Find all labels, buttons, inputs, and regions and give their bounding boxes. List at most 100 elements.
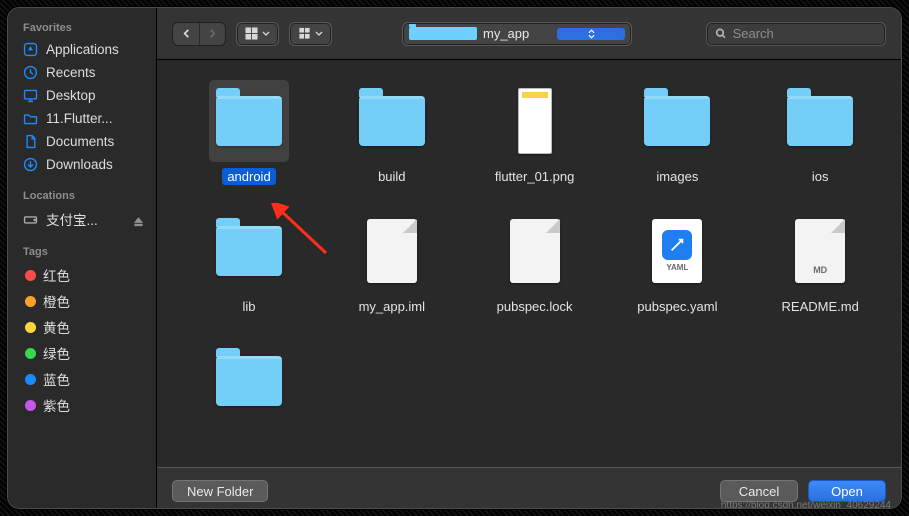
sidebar-item-label: 蓝色 bbox=[43, 369, 70, 389]
sidebar-item-label: 黄色 bbox=[43, 317, 70, 337]
sidebar-item-flutter[interactable]: 11.Flutter... bbox=[17, 107, 149, 130]
sidebar-tag-yellow[interactable]: 黄色 bbox=[17, 314, 149, 340]
file-name: images bbox=[651, 168, 703, 185]
folder-icon bbox=[780, 80, 860, 162]
new-folder-button[interactable]: New Folder bbox=[172, 480, 268, 502]
file-item[interactable]: android bbox=[179, 80, 319, 210]
popup-arrows-icon bbox=[557, 28, 625, 40]
icon-view-button[interactable] bbox=[237, 23, 278, 45]
desktop-icon bbox=[22, 87, 39, 104]
open-button[interactable]: Open bbox=[808, 480, 886, 502]
folder-icon bbox=[22, 110, 39, 127]
sidebar-tag-green[interactable]: 绿色 bbox=[17, 340, 149, 366]
drive-icon bbox=[22, 211, 39, 228]
sidebar-item-documents[interactable]: Documents bbox=[17, 130, 149, 153]
file-name: README.md bbox=[777, 298, 864, 315]
file-item[interactable]: MD README.md bbox=[750, 210, 890, 340]
file-item[interactable]: flutter_01.png bbox=[465, 80, 605, 210]
sidebar-item-label: Recents bbox=[46, 65, 96, 80]
toolbar: my_app bbox=[157, 8, 901, 60]
nav-group bbox=[172, 22, 226, 46]
file-name: pubspec.yaml bbox=[632, 298, 722, 315]
file-item[interactable]: images bbox=[607, 80, 747, 210]
folder-icon bbox=[409, 27, 477, 40]
sidebar-item-recents[interactable]: Recents bbox=[17, 61, 149, 84]
applications-icon bbox=[22, 41, 39, 58]
clock-icon bbox=[22, 64, 39, 81]
main-content: my_app android build flutter_01.png images i… bbox=[157, 8, 901, 509]
sidebar-item-label: 紫色 bbox=[43, 395, 70, 415]
chevron-down-icon bbox=[262, 25, 270, 43]
sidebar-item-applications[interactable]: Applications bbox=[17, 38, 149, 61]
sidebar-item-label: Desktop bbox=[46, 88, 96, 103]
file-icon: YAML bbox=[637, 210, 717, 292]
sidebar-item-label: 绿色 bbox=[43, 343, 70, 363]
file-icon bbox=[495, 80, 575, 162]
folder-icon bbox=[209, 210, 289, 292]
file-item[interactable]: ios bbox=[750, 80, 890, 210]
download-icon bbox=[22, 156, 39, 173]
search-field[interactable] bbox=[706, 22, 886, 46]
tag-dot-icon bbox=[25, 322, 36, 333]
file-item[interactable]: lib bbox=[179, 210, 319, 340]
tag-dot-icon bbox=[25, 270, 36, 281]
search-input[interactable] bbox=[733, 26, 877, 41]
path-popup[interactable]: my_app bbox=[402, 22, 632, 46]
sidebar-item-label: 橙色 bbox=[43, 291, 70, 311]
file-item[interactable]: my_app.iml bbox=[322, 210, 462, 340]
file-name: android bbox=[222, 168, 275, 185]
tags-header: Tags bbox=[23, 246, 149, 258]
sidebar-tag-purple[interactable]: 紫色 bbox=[17, 392, 149, 418]
footer: New Folder Cancel Open https://blog.csdn… bbox=[157, 467, 901, 509]
sidebar-item-label: 支付宝... bbox=[46, 209, 98, 229]
sidebar-item-desktop[interactable]: Desktop bbox=[17, 84, 149, 107]
sidebar-item-volume[interactable]: 支付宝... bbox=[17, 206, 149, 232]
sidebar-item-label: Downloads bbox=[46, 157, 113, 172]
file-name: pubspec.lock bbox=[492, 298, 578, 315]
file-icon bbox=[495, 210, 575, 292]
back-button[interactable] bbox=[173, 23, 199, 45]
search-icon bbox=[715, 27, 727, 40]
watermark: https://blog.csdn.net/weixin_40629244 bbox=[721, 500, 891, 509]
file-name: my_app.iml bbox=[354, 298, 430, 315]
file-icon: MD bbox=[780, 210, 860, 292]
tag-dot-icon bbox=[25, 296, 36, 307]
sidebar-item-label: 红色 bbox=[43, 265, 70, 285]
sidebar-item-downloads[interactable]: Downloads bbox=[17, 153, 149, 176]
tag-dot-icon bbox=[25, 374, 36, 385]
file-name: build bbox=[373, 168, 410, 185]
tag-dot-icon bbox=[25, 400, 36, 411]
sidebar-item-label: 11.Flutter... bbox=[46, 111, 113, 126]
eject-icon[interactable] bbox=[133, 214, 144, 225]
path-label: my_app bbox=[483, 26, 551, 41]
file-item[interactable]: YAML pubspec.yaml bbox=[607, 210, 747, 340]
group-by[interactable] bbox=[289, 22, 332, 46]
sidebar-tag-orange[interactable]: 橙色 bbox=[17, 288, 149, 314]
file-grid[interactable]: android build flutter_01.png images ios lib my… bbox=[157, 60, 901, 467]
group-button[interactable] bbox=[290, 23, 331, 45]
document-icon bbox=[22, 133, 39, 150]
locations-header: Locations bbox=[23, 190, 149, 202]
sidebar-item-label: Applications bbox=[46, 42, 119, 57]
folder-icon bbox=[209, 80, 289, 162]
chevron-down-icon bbox=[315, 25, 323, 43]
sidebar-item-label: Documents bbox=[46, 134, 114, 149]
sidebar: Favorites Applications Recents Desktop 1… bbox=[8, 8, 157, 509]
folder-icon bbox=[352, 80, 432, 162]
forward-button[interactable] bbox=[199, 23, 225, 45]
favorites-header: Favorites bbox=[23, 22, 149, 34]
file-item[interactable]: pubspec.lock bbox=[465, 210, 605, 340]
folder-icon bbox=[637, 80, 717, 162]
file-name: ios bbox=[807, 168, 834, 185]
tag-dot-icon bbox=[25, 348, 36, 359]
folder-icon bbox=[209, 340, 289, 422]
file-item[interactable] bbox=[179, 340, 319, 467]
sidebar-tag-blue[interactable]: 蓝色 bbox=[17, 366, 149, 392]
cancel-button[interactable]: Cancel bbox=[720, 480, 798, 502]
file-name: lib bbox=[237, 298, 260, 315]
file-name: flutter_01.png bbox=[490, 168, 580, 185]
sidebar-tag-red[interactable]: 红色 bbox=[17, 262, 149, 288]
view-mode-icon[interactable] bbox=[236, 22, 279, 46]
file-icon bbox=[352, 210, 432, 292]
file-item[interactable]: build bbox=[322, 80, 462, 210]
